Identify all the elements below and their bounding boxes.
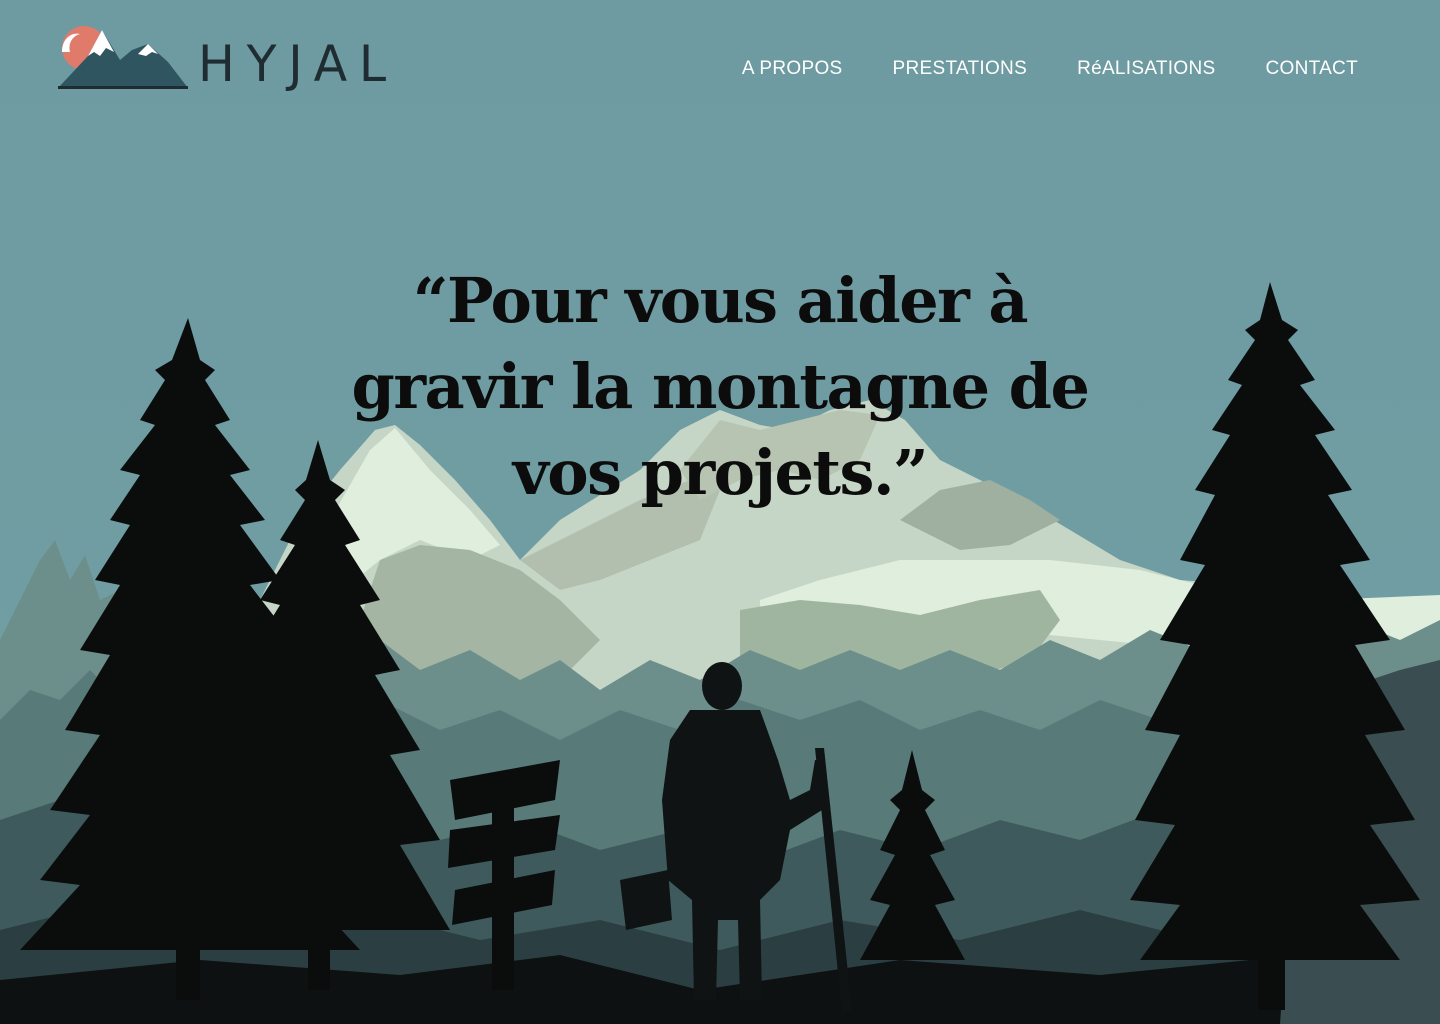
brand-logo[interactable]: HYJAL: [58, 26, 403, 92]
nav-item-contact[interactable]: CONTACT: [1265, 56, 1358, 82]
mountain-sun-logo-icon: [58, 26, 188, 89]
hero-quote: “Pour vous aider à gravir la montagne de…: [351, 264, 1090, 509]
brand-name: HYJAL: [198, 35, 398, 93]
nav-item-realisations[interactable]: RéALISATIONS: [1077, 56, 1215, 82]
nav-item-prestations[interactable]: PRESTATIONS: [893, 56, 1028, 82]
main-nav: A PROPOS PRESTATIONS RéALISATIONS CONTAC…: [742, 56, 1358, 82]
nav-item-a-propos[interactable]: A PROPOS: [742, 56, 843, 82]
page: HYJAL A PROPOS PRESTATIONS RéALISATIONS …: [0, 0, 1440, 1024]
